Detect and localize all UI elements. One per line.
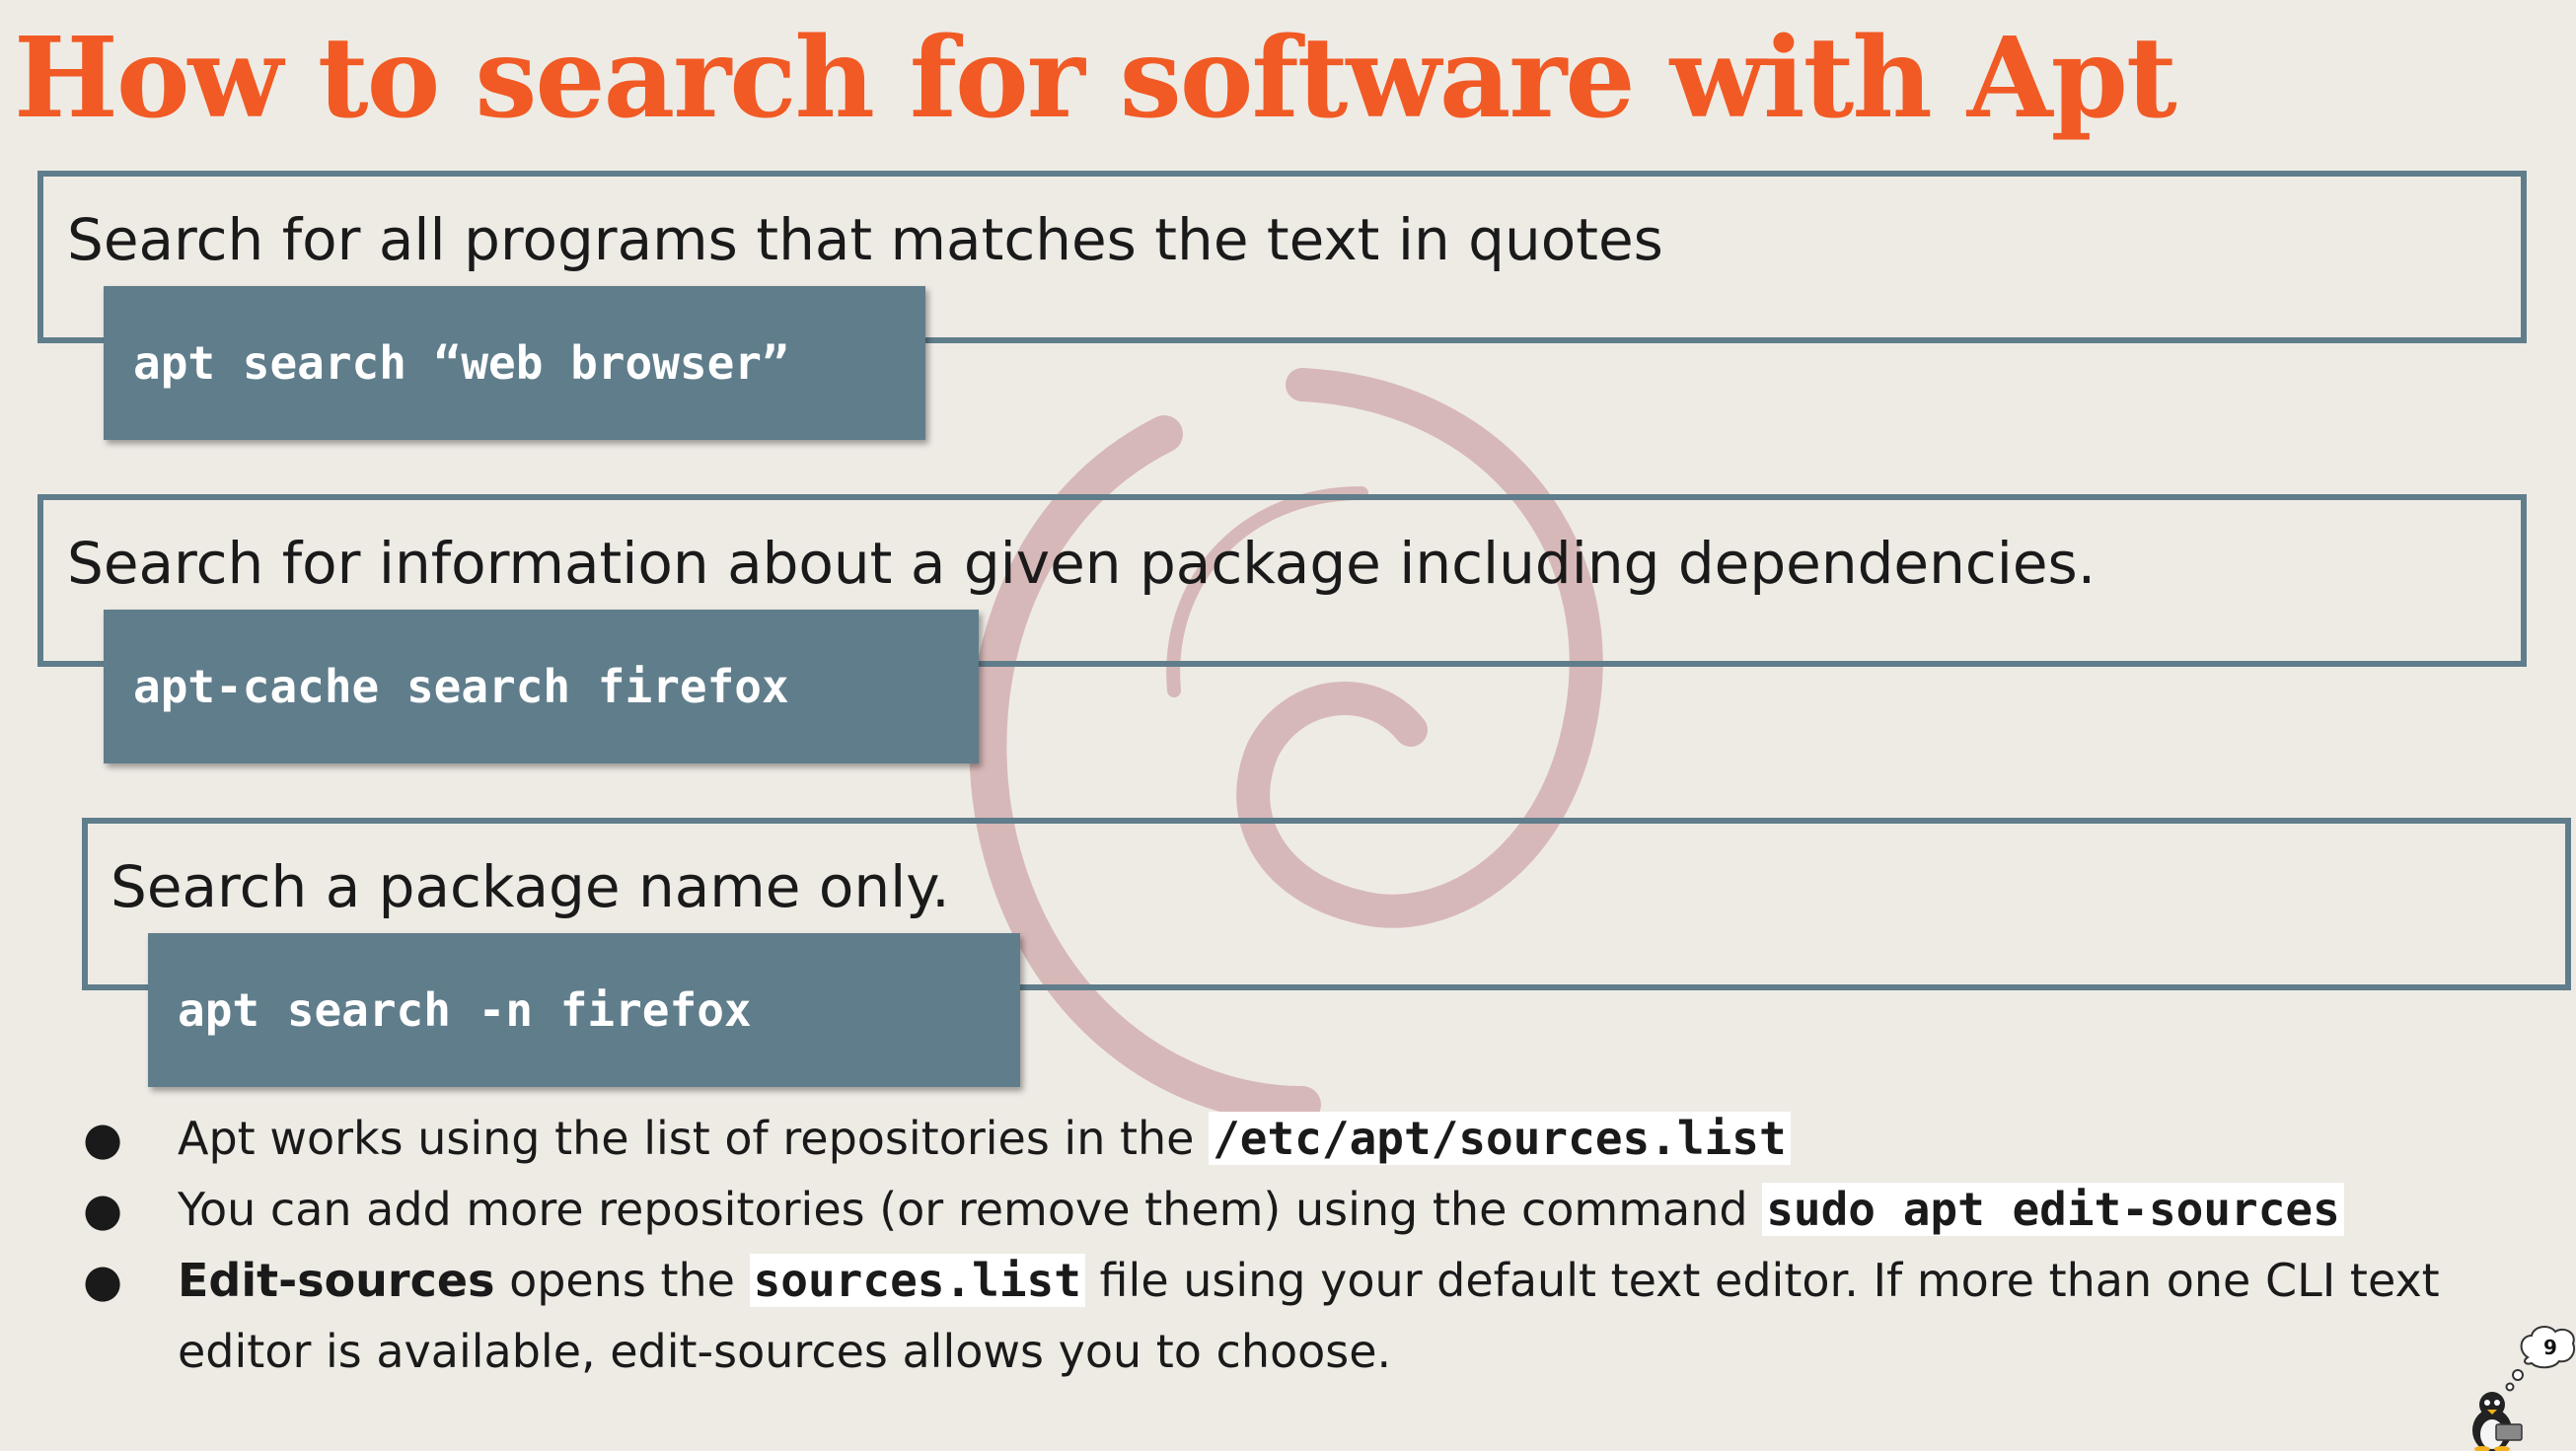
inline-code: sudo apt edit-sources xyxy=(1762,1183,2344,1236)
list-item: ● You can add more repositories (or remo… xyxy=(79,1174,2496,1245)
command-block: apt search “web browser” xyxy=(104,286,925,440)
section-description: Search a package name only. xyxy=(110,853,950,920)
notes-list: ● Apt works using the list of repositori… xyxy=(79,1103,2496,1387)
note-text: Apt works using the list of repositories… xyxy=(178,1112,1210,1165)
inline-code: sources.list xyxy=(749,1254,1085,1307)
note-text: You can add more repositories (or remove… xyxy=(178,1183,1763,1236)
command-block: apt-cache search firefox xyxy=(104,610,979,763)
note-text: opens the xyxy=(494,1254,750,1307)
note-bold-text: Edit-sources xyxy=(178,1254,495,1307)
penguin xyxy=(2472,1392,2523,1451)
debian-swirl-icon xyxy=(969,368,1603,1124)
page-title: How to search for software with Apt xyxy=(14,14,2177,143)
list-item: ● Edit-sources opens the sources.list fi… xyxy=(79,1245,2496,1387)
list-item: ● Apt works using the list of repositori… xyxy=(79,1103,2496,1174)
bullet-marker: ● xyxy=(83,1254,123,1307)
bullet-marker: ● xyxy=(83,1183,123,1236)
section-description: Search for all programs that matches the… xyxy=(67,206,1663,273)
page-number: 9 xyxy=(2543,1336,2557,1359)
thought-bubble: 9 xyxy=(2505,1326,2575,1392)
section-description: Search for information about a given pac… xyxy=(67,530,2097,597)
bullet-marker: ● xyxy=(83,1112,123,1165)
inline-code: /etc/apt/sources.list xyxy=(1209,1112,1791,1165)
tux-penguin-icon: 9 xyxy=(2472,1326,2575,1451)
command-block: apt search -n firefox xyxy=(148,933,1020,1087)
